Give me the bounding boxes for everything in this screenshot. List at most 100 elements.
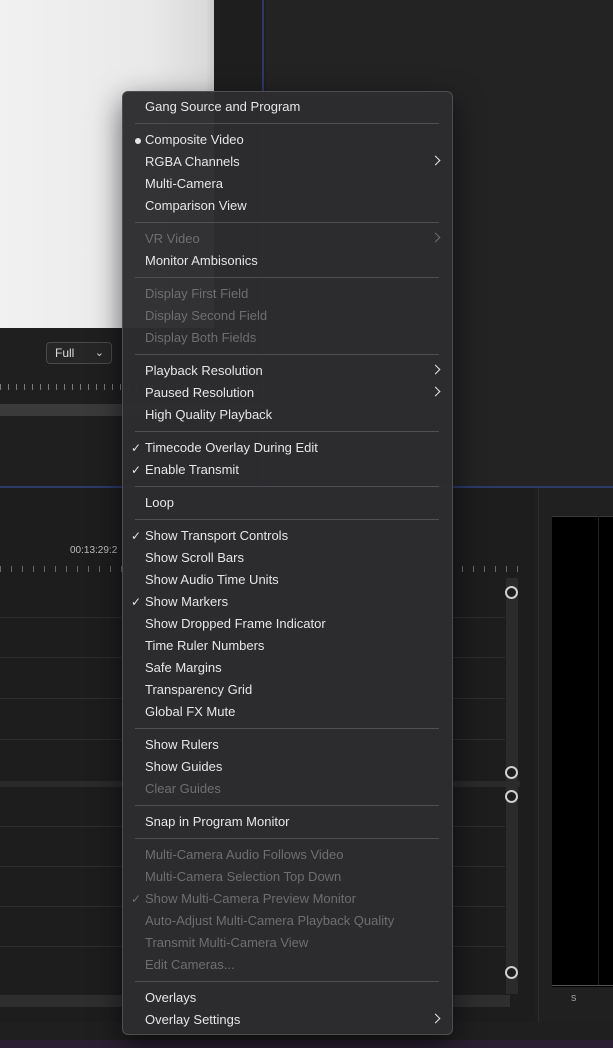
menu-item-display-first-field: Display First Field	[122, 283, 453, 305]
menu-item-safe-margins[interactable]: Safe Margins	[122, 657, 453, 679]
menu-item-show-markers[interactable]: ✓ Show Markers	[122, 591, 453, 613]
menu-item-label: Time Ruler Numbers	[145, 638, 265, 653]
menu-item-global-fx-mute[interactable]: Global FX Mute	[122, 701, 453, 723]
menu-separator	[135, 805, 439, 806]
menu-item-show-dropped-frame-indicator[interactable]: Show Dropped Frame Indicator	[122, 613, 453, 635]
menu-separator	[135, 354, 439, 355]
chevron-right-icon	[430, 155, 441, 166]
menu-item-transparency-grid[interactable]: Transparency Grid	[122, 679, 453, 701]
audio-meter-label: s	[571, 992, 577, 1004]
menu-item-label: Transmit Multi-Camera View	[145, 935, 309, 950]
menu-item-enable-transmit[interactable]: ✓ Enable Transmit	[122, 459, 453, 481]
menu-item-time-ruler-numbers[interactable]: Time Ruler Numbers	[122, 635, 453, 657]
menu-item-auto-adjust-mc-quality: Auto-Adjust Multi-Camera Playback Qualit…	[122, 910, 453, 932]
menu-item-show-guides[interactable]: Show Guides	[122, 756, 453, 778]
menu-item-comparison-view[interactable]: Comparison View	[122, 195, 453, 217]
menu-item-label: Gang Source and Program	[145, 99, 301, 114]
menu-item-label: RGBA Channels	[145, 154, 240, 169]
menu-item-vr-video: VR Video	[122, 228, 453, 250]
menu-separator	[135, 123, 439, 124]
scroll-handle-bottom[interactable]	[505, 966, 518, 979]
timeline-timecode-label: 00:13:29:2	[70, 545, 118, 556]
scroll-handle-bottom[interactable]	[505, 766, 518, 779]
menu-item-paused-resolution[interactable]: Paused Resolution	[122, 382, 453, 404]
menu-item-high-quality-playback[interactable]: High Quality Playback	[122, 404, 453, 426]
menu-separator	[135, 222, 439, 223]
chevron-right-icon	[430, 364, 441, 375]
menu-item-multi-camera[interactable]: Multi-Camera	[122, 173, 453, 195]
checkmark-icon: ✓	[131, 892, 142, 906]
menu-item-mc-audio-follows-video: Multi-Camera Audio Follows Video	[122, 844, 453, 866]
menu-item-display-second-field: Display Second Field	[122, 305, 453, 327]
menu-item-label: Show Scroll Bars	[145, 550, 244, 565]
menu-item-overlay-settings[interactable]: Overlay Settings	[122, 1009, 453, 1031]
menu-item-label: Timecode Overlay During Edit	[145, 440, 318, 455]
menu-item-loop[interactable]: Loop	[122, 492, 453, 514]
menu-item-overlays[interactable]: Overlays	[122, 987, 453, 1009]
menu-item-label: Overlay Settings	[145, 1012, 241, 1027]
menu-item-label: Auto-Adjust Multi-Camera Playback Qualit…	[145, 913, 395, 928]
menu-separator	[135, 431, 439, 432]
audio-meter	[552, 516, 613, 987]
menu-item-label: Show Rulers	[145, 737, 219, 752]
zoom-level-value: Full	[55, 346, 75, 360]
menu-item-label: Snap in Program Monitor	[145, 814, 290, 829]
menu-item-display-both-fields: Display Both Fields	[122, 327, 453, 349]
menu-separator	[135, 838, 439, 839]
menu-item-rgba-channels[interactable]: RGBA Channels	[122, 151, 453, 173]
menu-item-label: Multi-Camera Selection Top Down	[145, 869, 342, 884]
menu-item-label: Show Multi-Camera Preview Monitor	[145, 891, 356, 906]
menu-item-label: Transparency Grid	[145, 682, 253, 697]
menu-item-label: Paused Resolution	[145, 385, 255, 400]
menu-item-label: Loop	[145, 495, 174, 510]
menu-item-show-scroll-bars[interactable]: Show Scroll Bars	[122, 547, 453, 569]
audio-meter-channel-divider	[598, 516, 599, 986]
menu-item-label: Global FX Mute	[145, 704, 236, 719]
audio-meter-baseline	[552, 985, 613, 986]
chevron-right-icon	[430, 232, 441, 243]
menu-item-label: VR Video	[145, 231, 200, 246]
menu-item-edit-cameras: Edit Cameras...	[122, 954, 453, 976]
menu-separator	[135, 486, 439, 487]
menu-item-transmit-mc-view: Transmit Multi-Camera View	[122, 932, 453, 954]
menu-item-label: Monitor Ambisonics	[145, 253, 258, 268]
menu-item-clear-guides: Clear Guides	[122, 778, 453, 800]
menu-item-label: Display First Field	[145, 286, 249, 301]
chevron-down-icon: ⌄	[94, 347, 104, 359]
zoom-level-select[interactable]: Full ⌄	[46, 342, 112, 364]
menu-item-mc-selection-top-down: Multi-Camera Selection Top Down	[122, 866, 453, 888]
menu-item-show-rulers[interactable]: Show Rulers	[122, 734, 453, 756]
menu-item-snap-in-program-monitor[interactable]: Snap in Program Monitor	[122, 811, 453, 833]
menu-item-composite-video[interactable]: Composite Video	[122, 129, 453, 151]
menu-item-label: Overlays	[145, 990, 197, 1005]
menu-item-label: Show Transport Controls	[145, 528, 289, 543]
menu-item-monitor-ambisonics[interactable]: Monitor Ambisonics	[122, 250, 453, 272]
menu-item-timecode-overlay[interactable]: ✓ Timecode Overlay During Edit	[122, 437, 453, 459]
menu-item-label: Composite Video	[145, 132, 244, 147]
menu-item-label: Display Second Field	[145, 308, 268, 323]
menu-item-gang-source-program[interactable]: Gang Source and Program	[122, 96, 453, 118]
menu-item-show-transport-controls[interactable]: ✓ Show Transport Controls	[122, 525, 453, 547]
selected-bullet-icon	[135, 138, 141, 144]
scroll-handle-top[interactable]	[505, 586, 518, 599]
menu-separator	[135, 728, 439, 729]
menu-separator	[135, 277, 439, 278]
checkmark-icon: ✓	[131, 595, 142, 609]
menu-item-label: Edit Cameras...	[145, 957, 235, 972]
menu-item-label: High Quality Playback	[145, 407, 273, 422]
scroll-handle-top[interactable]	[505, 790, 518, 803]
menu-item-label: Multi-Camera Audio Follows Video	[145, 847, 344, 862]
menu-item-label: Playback Resolution	[145, 363, 263, 378]
menu-item-label: Clear Guides	[145, 781, 221, 796]
chevron-right-icon	[430, 386, 441, 397]
checkmark-icon: ✓	[131, 529, 142, 543]
timeline-vertical-scrollbar[interactable]	[506, 578, 518, 994]
menu-separator	[135, 981, 439, 982]
menu-item-label: Show Audio Time Units	[145, 572, 279, 587]
checkmark-icon: ✓	[131, 441, 142, 455]
menu-item-show-audio-time-units[interactable]: Show Audio Time Units	[122, 569, 453, 591]
menu-item-label: Show Dropped Frame Indicator	[145, 616, 326, 631]
chevron-right-icon	[430, 1013, 441, 1024]
checkmark-icon: ✓	[131, 463, 142, 477]
menu-item-playback-resolution[interactable]: Playback Resolution	[122, 360, 453, 382]
